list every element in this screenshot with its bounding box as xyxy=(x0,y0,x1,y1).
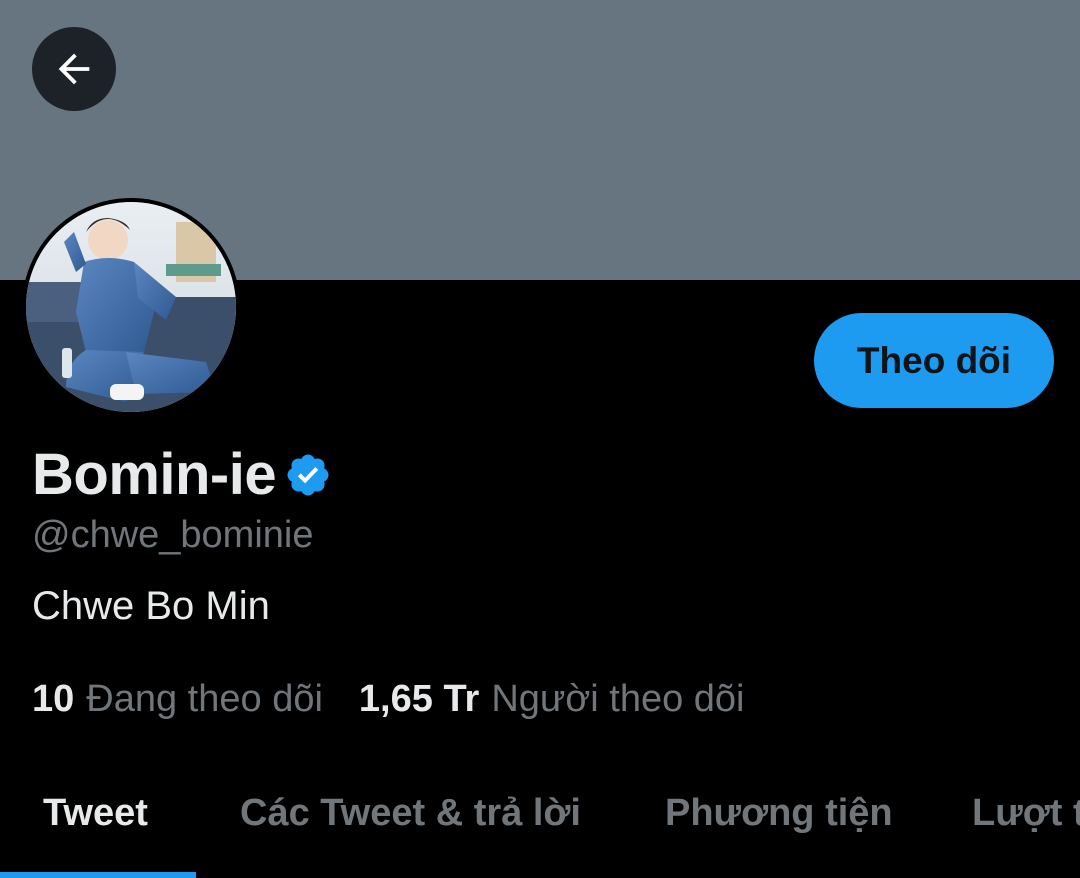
tab-media[interactable]: Phương tiện xyxy=(665,790,893,836)
following-label: Đang theo dõi xyxy=(86,678,323,720)
follow-button[interactable]: Theo dõi xyxy=(814,313,1054,408)
profile-page: Theo dõi Bomin-ie @chwe_bominie Chwe Bo … xyxy=(0,0,1080,878)
user-handle: @chwe_bominie xyxy=(32,514,314,556)
name-row: Bomin-ie xyxy=(32,440,332,510)
display-name: Bomin-ie xyxy=(32,442,277,507)
tab-likes[interactable]: Lượt t xyxy=(972,790,1080,836)
verified-badge-icon xyxy=(287,454,329,496)
followers-label: Người theo dõi xyxy=(491,678,745,720)
profile-tabs: Tweet Các Tweet & trả lời Phương tiện Lư… xyxy=(0,780,1080,878)
back-button[interactable] xyxy=(32,27,116,111)
tab-tweets[interactable]: Tweet xyxy=(43,790,148,836)
arrow-left-icon xyxy=(58,53,90,85)
profile-bio: Chwe Bo Min xyxy=(32,584,270,628)
followers-count: 1,65 Tr xyxy=(358,678,480,720)
follow-stats: 10 Đang theo dõi 1,65 Tr Người theo dõi xyxy=(32,676,781,722)
following-stat[interactable]: 10 Đang theo dõi xyxy=(32,676,323,722)
avatar[interactable] xyxy=(26,202,236,412)
tab-tweets-and-replies[interactable]: Các Tweet & trả lời xyxy=(240,790,581,836)
active-tab-indicator xyxy=(0,872,196,878)
followers-stat[interactable]: 1,65 Tr Người theo dõi xyxy=(359,676,745,722)
following-count: 10 xyxy=(32,678,75,720)
avatar-photo xyxy=(26,202,236,412)
